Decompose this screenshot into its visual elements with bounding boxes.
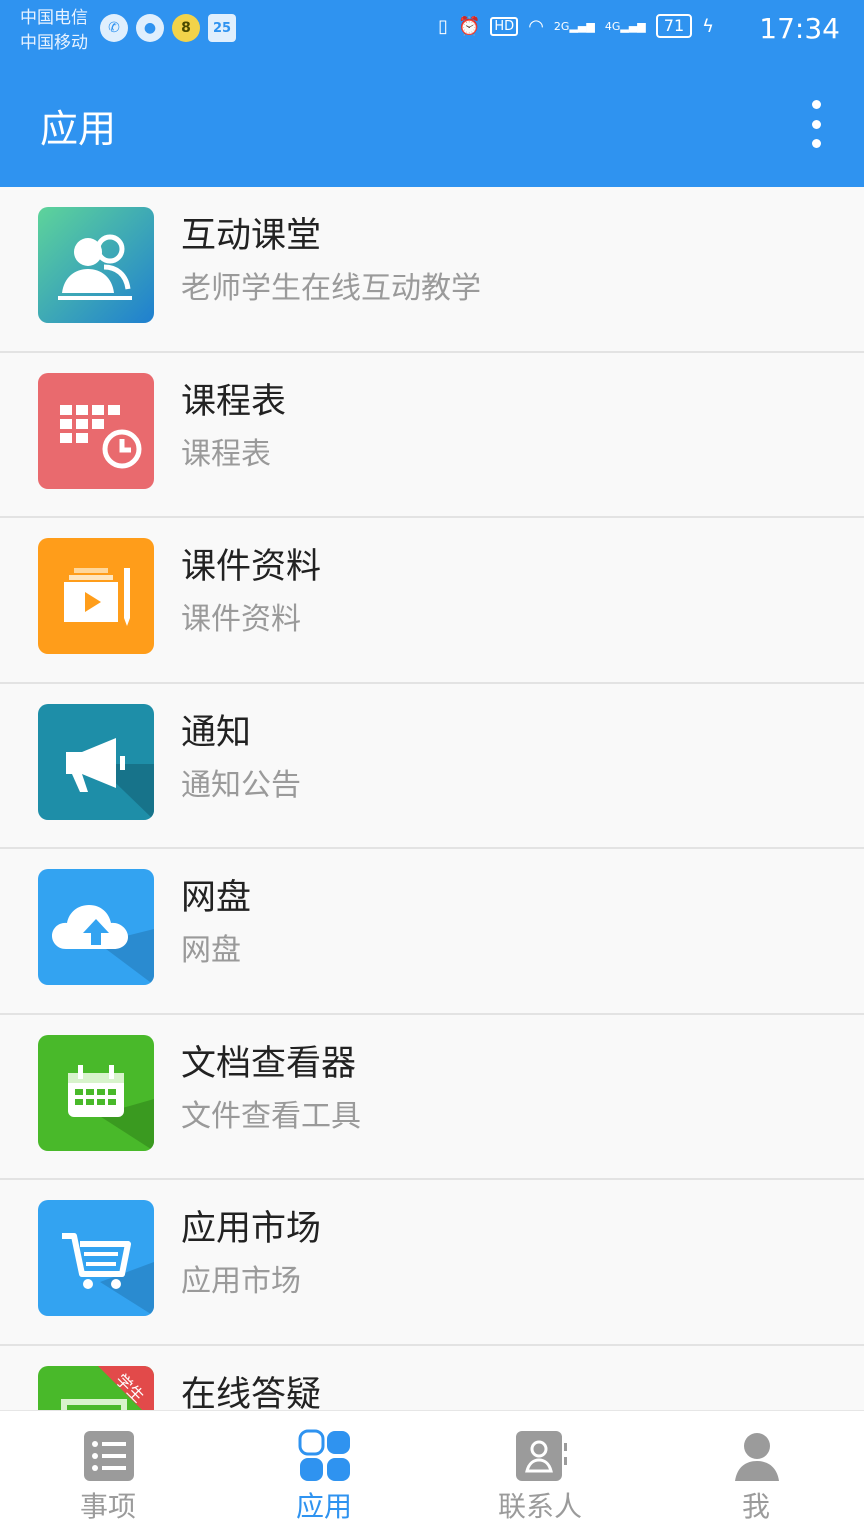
status-bar: 中国电信 中国移动 ✆ ● 8 25 ▯ ⏰ HD ◠ 2G▂▄▆ 4G▂▄▆ … bbox=[0, 0, 864, 60]
person-icon bbox=[730, 1429, 784, 1483]
wifi-icon: ◠ bbox=[528, 15, 544, 37]
qa-icon: 学生 bbox=[38, 1365, 154, 1410]
carrier-info: 中国电信 中国移动 bbox=[20, 6, 88, 56]
tab-me[interactable]: 我 bbox=[648, 1411, 864, 1536]
list-item-interactive-class[interactable]: 互动课堂 老师学生在线互动教学 bbox=[0, 187, 864, 353]
app-title: 文档查看器 bbox=[181, 1043, 357, 1084]
wechat-icon: ✆ bbox=[100, 14, 128, 42]
calendar-doc-icon bbox=[38, 1034, 154, 1151]
signal-4g-icon: 4G▂▄▆ bbox=[604, 19, 646, 33]
app-subtitle: 老师学生在线互动教学 bbox=[181, 271, 481, 306]
app-title: 互动课堂 bbox=[181, 216, 322, 256]
app-title: 网盘 bbox=[181, 878, 252, 918]
list-item-cloud-drive[interactable]: 网盘 网盘 bbox=[0, 849, 864, 1015]
apps-icon bbox=[298, 1429, 352, 1483]
app-bar: 应用 bbox=[0, 60, 864, 187]
courseware-icon bbox=[38, 538, 154, 654]
interactive-class-icon bbox=[38, 207, 154, 323]
list-item-courseware[interactable]: 课件资料 课件资料 bbox=[0, 518, 864, 684]
app-subtitle: 课件资料 bbox=[181, 602, 301, 637]
tab-apps[interactable]: 应用 bbox=[216, 1411, 432, 1536]
app-title: 应用市场 bbox=[181, 1209, 322, 1249]
app-subtitle: 课程表 bbox=[181, 436, 271, 472]
network-2-label: 4G bbox=[604, 19, 621, 33]
charging-icon: ϟ bbox=[702, 15, 714, 37]
app-title: 课程表 bbox=[181, 381, 287, 422]
list-item-timetable[interactable]: 课程表 课程表 bbox=[0, 352, 864, 518]
more-menu-icon[interactable] bbox=[804, 100, 828, 148]
hd-icon: HD bbox=[490, 16, 519, 36]
tab-label: 联系人 bbox=[497, 1490, 582, 1523]
shopping-cart-icon bbox=[38, 1200, 154, 1316]
list-item-app-market[interactable]: 应用市场 应用市场 bbox=[0, 1180, 864, 1346]
app-title: 在线答疑 bbox=[181, 1374, 322, 1411]
list-item-online-qa[interactable]: 学生 在线答疑 bbox=[0, 1345, 864, 1411]
list-item-notice[interactable]: 通知 通知公告 bbox=[0, 683, 864, 849]
bottom-tab-bar: 事项 应用 联系人 我 bbox=[0, 1410, 864, 1536]
network-1-label: 2G bbox=[553, 19, 570, 33]
chat-bubble-icon: ● bbox=[136, 14, 164, 42]
contacts-icon bbox=[514, 1429, 568, 1483]
tab-label: 我 bbox=[741, 1490, 770, 1523]
app-list: 互动课堂 老师学生在线互动教学 课程表 课程表 课件资料 课件资料 通知 通知公… bbox=[0, 187, 864, 1410]
tab-contacts[interactable]: 联系人 bbox=[432, 1411, 648, 1536]
app-subtitle: 应用市场 bbox=[181, 1264, 301, 1299]
app-subtitle: 网盘 bbox=[181, 933, 241, 968]
cloud-upload-icon bbox=[38, 869, 154, 985]
vibrate-icon: ▯ bbox=[438, 15, 448, 37]
system-icons: ▯ ⏰ HD ◠ 2G▂▄▆ 4G▂▄▆ 71 ϟ bbox=[438, 14, 714, 38]
notif-badge-icon: 8 bbox=[172, 14, 200, 42]
app-title: 通知 bbox=[181, 712, 252, 753]
app-subtitle: 文件查看工具 bbox=[181, 1098, 361, 1134]
app-subtitle: 通知公告 bbox=[181, 767, 301, 803]
alarm-icon: ⏰ bbox=[457, 15, 481, 37]
timetable-icon bbox=[38, 372, 154, 489]
calendar-notif-icon: 25 bbox=[208, 14, 236, 42]
signal-2g-icon: 2G▂▄▆ bbox=[553, 19, 595, 33]
page-title: 应用 bbox=[40, 107, 117, 151]
megaphone-icon bbox=[38, 703, 154, 820]
clock: 17:34 bbox=[759, 12, 840, 45]
battery-icon: 71 bbox=[655, 14, 693, 38]
app-title: 课件资料 bbox=[181, 547, 322, 587]
carrier-2: 中国移动 bbox=[20, 33, 88, 53]
tab-items[interactable]: 事项 bbox=[0, 1411, 216, 1536]
notification-icons: ✆ ● 8 25 bbox=[100, 14, 236, 42]
tab-label: 事项 bbox=[79, 1490, 136, 1523]
tab-label: 应用 bbox=[295, 1490, 352, 1523]
list-item-doc-viewer[interactable]: 文档查看器 文件查看工具 bbox=[0, 1014, 864, 1180]
list-icon bbox=[82, 1429, 136, 1483]
carrier-1: 中国电信 bbox=[20, 8, 88, 28]
